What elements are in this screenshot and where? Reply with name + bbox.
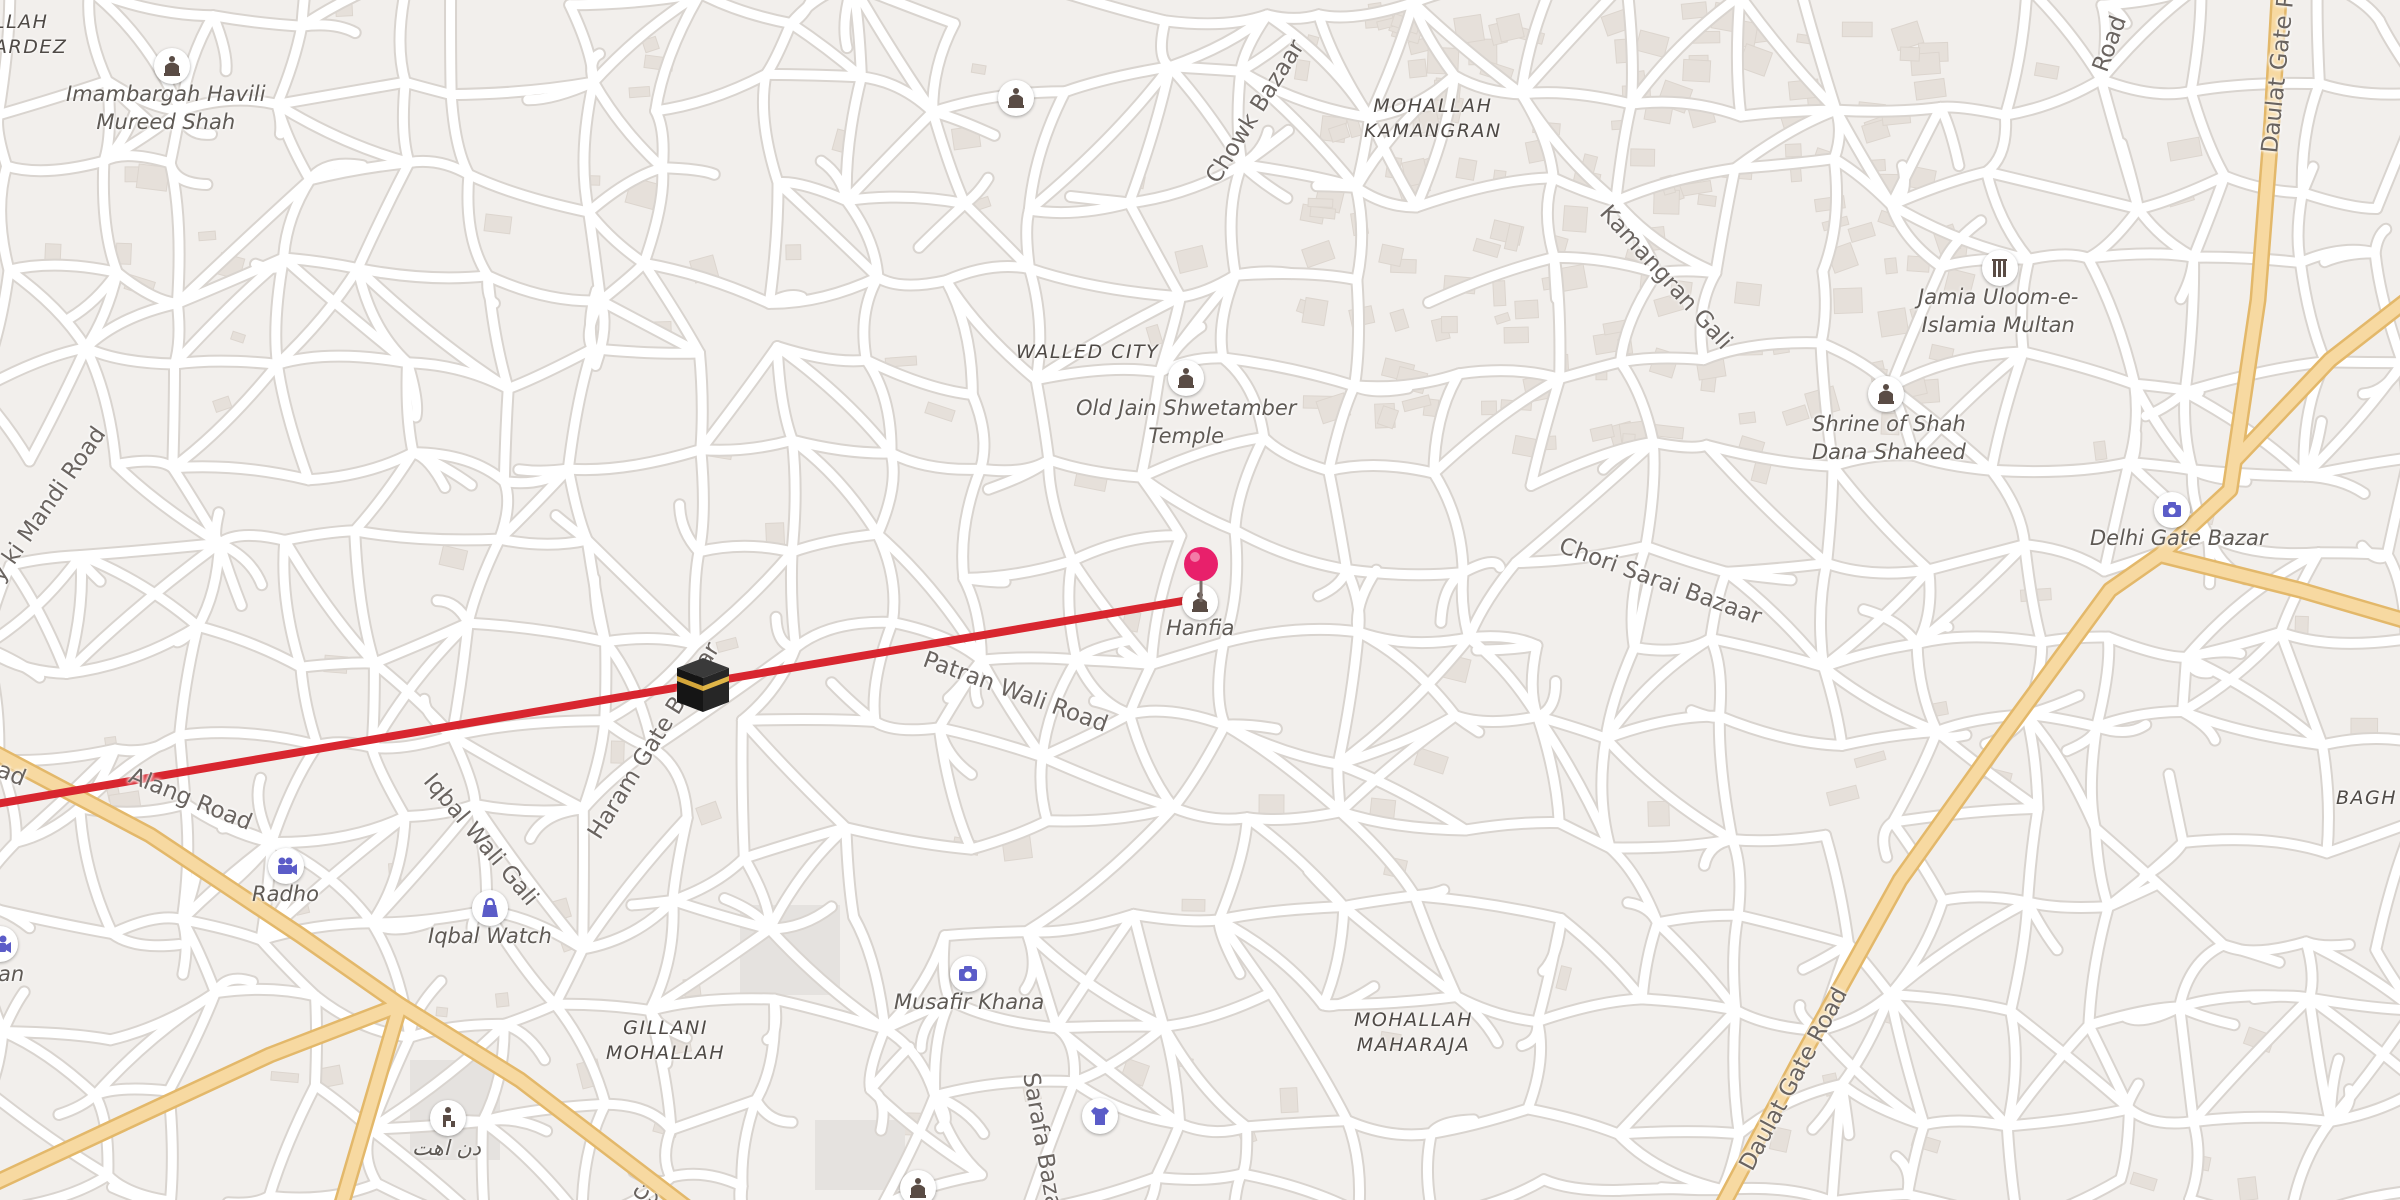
place-of-worship-icon[interactable]	[998, 80, 1034, 116]
place-label-delhi-gate-bazar[interactable]: Delhi Gate Bazar	[2090, 524, 2268, 552]
camera-icon[interactable]	[2154, 492, 2190, 528]
map-canvas[interactable]: LLAH ARDEZ MOHALLAH KAMANGRAN WALLED CIT…	[0, 0, 2400, 1200]
clothes-icon[interactable]	[1082, 1098, 1118, 1134]
place-label-shrine-shah-dana[interactable]: Shrine of Shah Dana Shaheed	[1812, 410, 1966, 466]
shopping-bag-icon[interactable]	[472, 890, 508, 926]
place-label-imambargah[interactable]: Imambargah Havili Mureed Shah	[66, 80, 266, 136]
kaaba-icon[interactable]	[674, 656, 732, 714]
location-pin-icon[interactable]	[1179, 544, 1223, 604]
cinema-icon[interactable]	[268, 848, 304, 884]
area-label-top-left: LLAH ARDEZ	[0, 11, 68, 58]
place-label-musafir-khana[interactable]: Musafir Khana	[894, 988, 1044, 1016]
place-label-hanfia[interactable]: Hanfia	[1166, 614, 1234, 642]
place-of-worship-icon[interactable]	[1868, 376, 1904, 412]
sports-icon[interactable]	[430, 1100, 466, 1136]
area-label-walled-city: WALLED CITY	[1016, 341, 1160, 363]
place-of-worship-icon[interactable]	[900, 1170, 936, 1200]
cinema-icon[interactable]	[0, 926, 18, 962]
place-of-worship-icon[interactable]	[1168, 360, 1204, 396]
area-label-gillani-mohallah: GILLANI MOHALLAH	[606, 1017, 726, 1064]
place-label-radho[interactable]: Radho	[252, 880, 319, 908]
place-label-urdu[interactable]: دن اهت	[412, 1134, 481, 1162]
school-icon[interactable]	[1982, 250, 2018, 286]
place-label-jamia-uloom[interactable]: Jamia Uloom-e- Islamia Multan	[1918, 283, 2078, 339]
place-label-fragment-an[interactable]: an	[0, 960, 24, 988]
place-label-iqbal-watch[interactable]: Iqbal Watch	[428, 922, 552, 950]
area-label-mohallah-maharaja: MOHALLAH MAHARAJA	[1354, 1009, 1474, 1056]
camera-icon[interactable]	[950, 956, 986, 992]
area-label-bagh: BAGH	[2336, 787, 2398, 809]
place-of-worship-icon[interactable]	[154, 48, 190, 84]
place-label-old-jain-temple[interactable]: Old Jain Shwetamber Temple	[1076, 394, 1296, 450]
area-label-mohallah-kamangran: MOHALLAH KAMANGRAN	[1364, 95, 1502, 142]
